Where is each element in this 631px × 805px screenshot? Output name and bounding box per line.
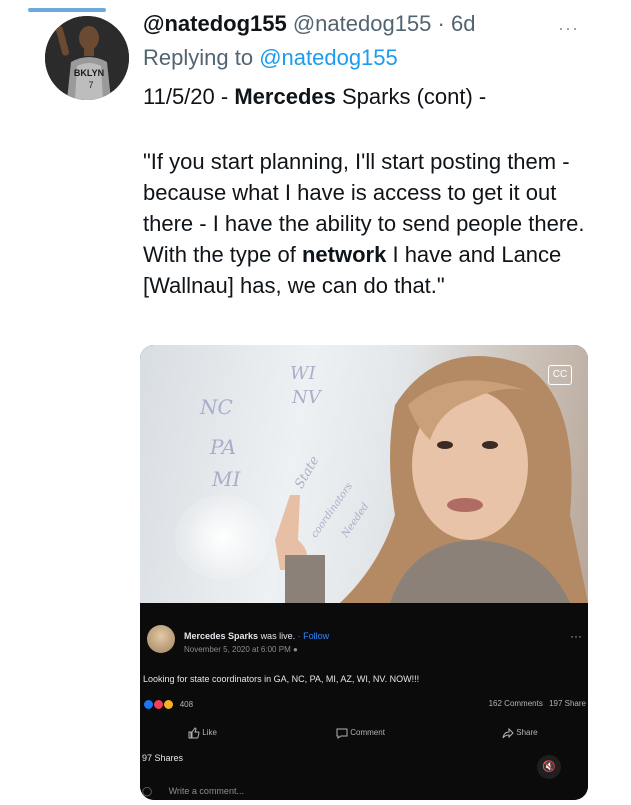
- mute-icon[interactable]: 🔇: [537, 755, 561, 779]
- video-frame[interactable]: WI NV NC PA MI State coordinators Needed…: [140, 345, 588, 603]
- fb-date-text: November 5, 2020 at 6:00 PM: [184, 645, 291, 654]
- title-rest: Sparks (cont) -: [341, 84, 487, 109]
- fb-commenter-avatar-icon: ◯: [142, 786, 153, 796]
- fb-more-icon[interactable]: ···: [570, 629, 582, 643]
- fb-shares-line[interactable]: 97 Shares: [142, 753, 183, 763]
- woman-figure: [275, 356, 588, 603]
- fb-comment-button[interactable]: Comment: [336, 727, 385, 739]
- thread-indicator: [28, 8, 106, 12]
- comment-label: Comment: [350, 728, 385, 738]
- fb-post-date: November 5, 2020 at 6:00 PM ●: [184, 645, 298, 654]
- fb-share-button[interactable]: Share: [502, 727, 538, 739]
- like-label: Like: [202, 728, 217, 738]
- comments-count[interactable]: 162 Comments: [489, 699, 543, 708]
- jersey-text: BKLYN: [74, 68, 104, 78]
- replying-to-line: Replying to @natedog155: [143, 45, 398, 71]
- separator: ·: [437, 11, 445, 36]
- share-arrow-icon: [502, 727, 514, 739]
- tweet-title-line: 11/5/20 - Mercedes Sparks (cont) -: [143, 84, 486, 110]
- avatar-image: BKLYN 7: [45, 16, 129, 100]
- globe-icon: ●: [292, 645, 298, 654]
- title-name-bold: Mercedes: [234, 84, 336, 109]
- fb-poster-line: Mercedes Sparks was live. · Follow: [184, 631, 329, 641]
- fb-post-text: Looking for state coordinators in GA, NC…: [143, 674, 420, 684]
- fb-poster-action: was live.: [260, 631, 296, 641]
- facebook-post: Mercedes Sparks was live. · Follow Novem…: [140, 603, 588, 800]
- tweet-header: @natedog155 @natedog155 · 6d: [143, 11, 475, 37]
- fb-follow-link[interactable]: · Follow: [298, 631, 330, 641]
- handle[interactable]: @natedog155: [293, 11, 432, 36]
- write-comment-placeholder: Write a comment...: [168, 786, 244, 796]
- fb-counts: 162 Comments 197 Share: [489, 699, 586, 708]
- fb-avatar[interactable]: [147, 625, 175, 653]
- share-label: Share: [516, 728, 538, 738]
- fb-reactions[interactable]: 408: [143, 699, 193, 710]
- fb-write-comment[interactable]: ◯ Write a comment...: [142, 786, 244, 797]
- tweet-quote: "If you start planning, I'll start posti…: [143, 146, 603, 301]
- shares-count[interactable]: 197 Share: [549, 699, 586, 708]
- fb-poster-name[interactable]: Mercedes Sparks: [184, 631, 258, 641]
- thumbs-up-icon: [188, 727, 200, 739]
- comment-icon: [336, 728, 348, 739]
- jersey-number: 7: [88, 80, 93, 90]
- closed-captions-icon[interactable]: CC: [548, 365, 572, 385]
- replying-prefix: Replying to: [143, 45, 254, 70]
- reaction-count: 408: [179, 699, 194, 709]
- quote-bold: network: [301, 242, 387, 267]
- ellipsis-icon[interactable]: ···: [558, 18, 579, 39]
- title-date: 11/5/20 -: [143, 84, 229, 109]
- fb-like-button[interactable]: Like: [188, 727, 217, 739]
- haha-reaction-icon: [163, 699, 175, 710]
- replying-mention[interactable]: @natedog155: [259, 45, 398, 70]
- embedded-media[interactable]: WI NV NC PA MI State coordinators Needed…: [140, 345, 588, 800]
- display-name[interactable]: @natedog155: [143, 11, 287, 36]
- fb-follow-label: Follow: [303, 631, 330, 641]
- avatar[interactable]: BKLYN 7: [45, 16, 129, 100]
- fb-action-bar: Like Comment Share: [140, 723, 588, 741]
- timestamp[interactable]: 6d: [451, 11, 475, 36]
